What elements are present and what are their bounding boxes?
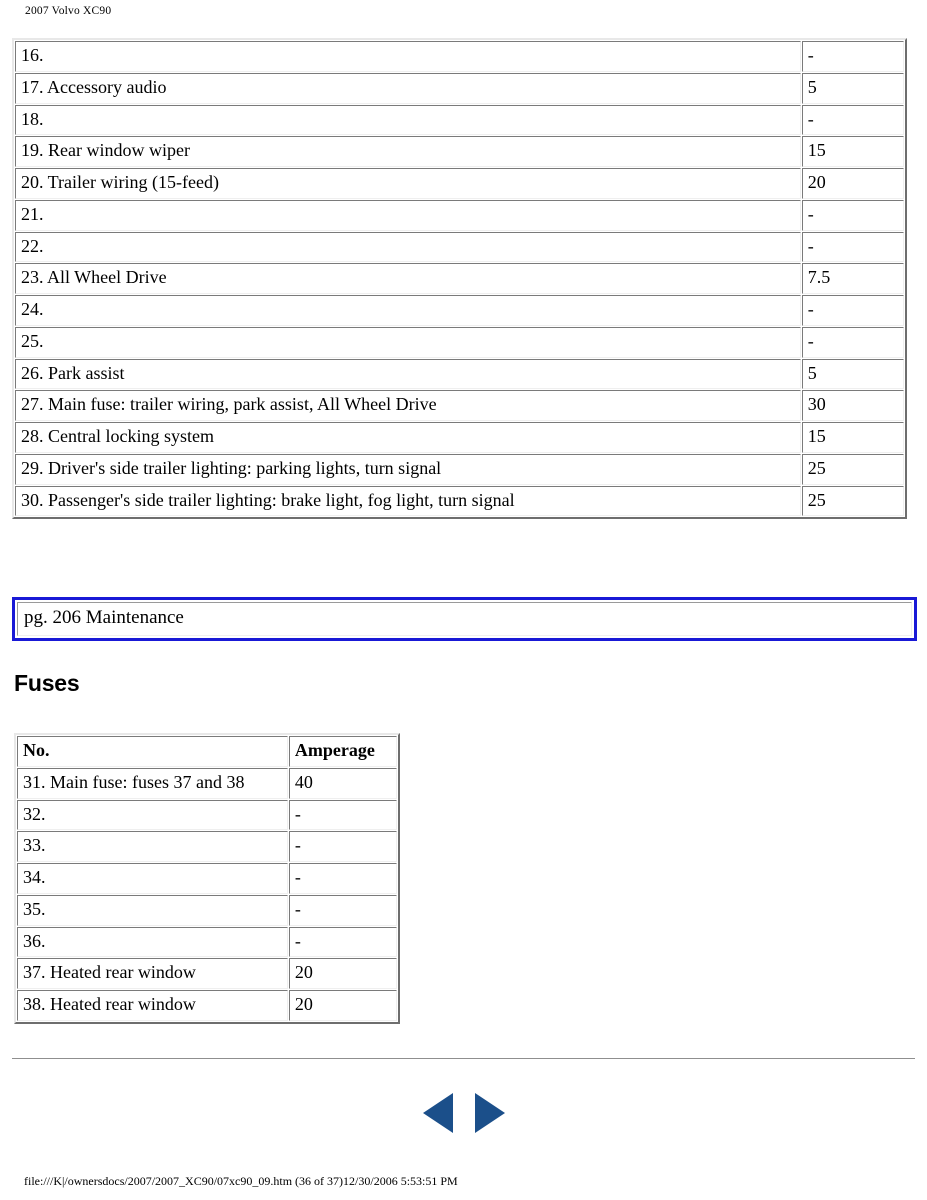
table-row: 22. - xyxy=(15,231,904,263)
fuse-table-main: No. Amperage 31. Main fuse: fuses 37 and… xyxy=(14,733,400,1024)
table-row: 21. - xyxy=(15,199,904,231)
table-row: 27. Main fuse: trailer wiring, park assi… xyxy=(15,390,904,421)
fuse-number-cell: 25. xyxy=(15,326,801,358)
fuse-number-cell: 36. xyxy=(17,926,288,958)
fuse-amperage-cell: - xyxy=(801,326,904,358)
table-row: 16. - xyxy=(15,41,904,72)
fuse-amperage-cell: 25 xyxy=(801,453,904,485)
fuse-number-cell: 30. Passenger's side trailer lighting: b… xyxy=(15,485,801,517)
table-row: 32. - xyxy=(17,799,397,831)
table-row: 18. - xyxy=(15,104,904,136)
table-row: 20. Trailer wiring (15-feed) 20 xyxy=(15,168,904,199)
fuse-number-cell: 28. Central locking system xyxy=(15,422,801,453)
fuse-number-cell: 20. Trailer wiring (15-feed) xyxy=(15,168,801,199)
fuse-number-cell: 19. Rear window wiper xyxy=(15,136,801,167)
fuse-amperage-cell: 30 xyxy=(801,390,904,421)
fuse-amperage-cell: - xyxy=(288,926,397,958)
fuse-number-cell: 34. xyxy=(17,863,288,894)
fuse-number-cell: 22. xyxy=(15,231,801,263)
table-row: 25. - xyxy=(15,326,904,358)
fuse-table-main-body: 31. Main fuse: fuses 37 and 38 40 32. -33. -… xyxy=(17,767,397,1021)
table-row: 19. Rear window wiper 15 xyxy=(15,136,904,167)
fuse-amperage-cell: - xyxy=(801,41,904,72)
fuse-amperage-cell: 15 xyxy=(801,422,904,453)
fuse-amperage-cell: 15 xyxy=(801,136,904,167)
fuse-amperage-cell: 40 xyxy=(288,767,397,799)
fuse-amperage-cell: 5 xyxy=(801,72,904,104)
fuse-table-continued: 16. -17. Accessory audio 5 18. -19. Rear win… xyxy=(12,38,907,520)
fuse-number-cell: 17. Accessory audio xyxy=(15,72,801,104)
footer-file-path: file:///K|/ownersdocs/2007/2007_XC90/07x… xyxy=(24,1174,458,1188)
fuse-amperage-cell: 20 xyxy=(288,958,397,989)
fuse-number-cell: 35. xyxy=(17,894,288,926)
fuse-amperage-cell: - xyxy=(288,799,397,831)
fuse-number-cell: 31. Main fuse: fuses 37 and 38 xyxy=(17,767,288,799)
fuse-amperage-cell: 20 xyxy=(801,168,904,199)
table-row: 30. Passenger's side trailer lighting: b… xyxy=(15,485,904,517)
table-row: 38. Heated rear window 20 xyxy=(17,990,397,1021)
table-row: 36. - xyxy=(17,926,397,958)
fuse-number-cell: 23. All Wheel Drive xyxy=(15,263,801,294)
fuse-table-main-head: No. Amperage xyxy=(17,736,397,767)
table-row: 31. Main fuse: fuses 37 and 38 40 xyxy=(17,767,397,799)
fuse-number-cell: 32. xyxy=(17,799,288,831)
table-row: 23. All Wheel Drive 7.5 xyxy=(15,263,904,294)
table-row: 24. - xyxy=(15,295,904,326)
fuse-number-cell: 16. xyxy=(15,41,801,72)
fuse-amperage-cell: - xyxy=(801,104,904,136)
table-row: 17. Accessory audio 5 xyxy=(15,72,904,104)
fuse-number-cell: 27. Main fuse: trailer wiring, park assi… xyxy=(15,390,801,421)
next-page-button[interactable] xyxy=(474,1093,505,1133)
fuse-amperage-cell: - xyxy=(801,295,904,326)
table-row: 29. Driver's side trailer lighting: park… xyxy=(15,453,904,485)
fuse-amperage-cell: - xyxy=(288,894,397,926)
table-row: 33. - xyxy=(17,831,397,862)
page-navigation xyxy=(0,1093,927,1133)
table-row: 28. Central locking system 15 xyxy=(15,422,904,453)
fuse-amperage-cell: - xyxy=(801,231,904,263)
page-reference-box[interactable]: pg. 206 Maintenance xyxy=(12,597,917,641)
fuse-number-cell: 18. xyxy=(15,104,801,136)
arrow-right-icon xyxy=(474,1093,505,1133)
fuse-amperage-cell: 7.5 xyxy=(801,263,904,294)
fuse-number-cell: 37. Heated rear window xyxy=(17,958,288,989)
fuse-amperage-cell: 25 xyxy=(801,485,904,517)
fuse-number-cell: 21. xyxy=(15,199,801,231)
fuse-number-cell: 26. Park assist xyxy=(15,358,801,390)
fuse-amperage-cell: 5 xyxy=(801,358,904,390)
table-row: 34. - xyxy=(17,863,397,894)
table-row: 37. Heated rear window 20 xyxy=(17,958,397,989)
table-row: 26. Park assist 5 xyxy=(15,358,904,390)
fuse-number-cell: 24. xyxy=(15,295,801,326)
column-header-amperage: Amperage xyxy=(288,736,397,767)
fuse-table-continued-body: 16. -17. Accessory audio 5 18. -19. Rear win… xyxy=(15,41,904,517)
fuse-amperage-cell: - xyxy=(288,863,397,894)
footer-divider xyxy=(12,1058,915,1062)
table-row: 35. - xyxy=(17,894,397,926)
fuse-number-cell: 29. Driver's side trailer lighting: park… xyxy=(15,453,801,485)
fuse-amperage-cell: - xyxy=(288,831,397,862)
page-reference-label: pg. 206 Maintenance xyxy=(17,602,912,636)
fuse-number-cell: 38. Heated rear window xyxy=(17,990,288,1021)
fuse-amperage-cell: - xyxy=(801,199,904,231)
table-header-row: No. Amperage xyxy=(17,736,397,767)
previous-page-button[interactable] xyxy=(422,1093,453,1133)
page-header-title: 2007 Volvo XC90 xyxy=(25,5,112,17)
arrow-left-icon xyxy=(422,1093,453,1133)
fuse-amperage-cell: 20 xyxy=(288,990,397,1021)
column-header-no: No. xyxy=(17,736,288,767)
fuse-number-cell: 33. xyxy=(17,831,288,862)
section-heading-fuses: Fuses xyxy=(14,670,80,696)
